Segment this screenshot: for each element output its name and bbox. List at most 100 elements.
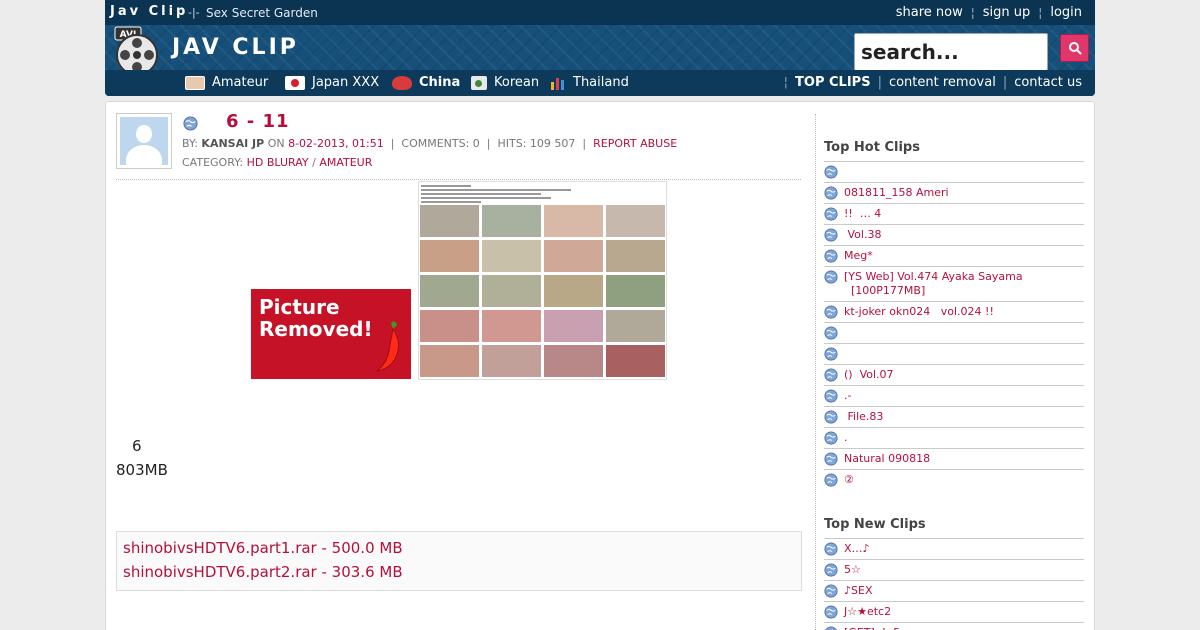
nav-item-china[interactable]: China (392, 75, 460, 90)
clip-link[interactable]: 081811_158 Ameri (844, 186, 949, 199)
new-clip-item[interactable]: [GET] ! 5 (824, 622, 1084, 630)
clip-link[interactable]: .- (844, 389, 851, 402)
clip-link[interactable]: () Vol.07 (844, 368, 894, 381)
hot-clip-item[interactable]: () Vol.07 (824, 364, 1084, 385)
search-icon (1068, 42, 1082, 55)
top-hot-clips-title: Top Hot Clips (824, 140, 920, 155)
hot-clip-item[interactable]: Meg* (824, 245, 1084, 266)
hot-clip-item[interactable]: Vol.38 (824, 224, 1084, 245)
globe-icon (824, 389, 838, 403)
clip-link[interactable]: X…♪ (844, 542, 870, 555)
globe-icon (824, 270, 838, 284)
site-header: Jav Clip -|- Sex Secret Garden share now… (105, 0, 1095, 96)
content-removal-link[interactable]: content removal (889, 75, 996, 90)
nav-item-korean[interactable]: Korean (471, 75, 539, 90)
clip-link[interactable]: ② (844, 473, 854, 486)
china-icon (392, 75, 412, 90)
search-input[interactable] (854, 33, 1048, 71)
login-link[interactable]: login (1050, 5, 1082, 20)
top-new-clips-list: X…♪ 5☆ ♪SEX J☆★etc2 [GET] ! 5 (824, 538, 1084, 630)
removed-text-2: Removed! (259, 317, 373, 341)
sign-up-link[interactable]: sign up (983, 5, 1031, 20)
picture-removed-image: Picture Removed! (251, 289, 411, 379)
divider: ¦ (783, 75, 789, 90)
chart-icon (551, 77, 564, 90)
clip-link[interactable]: ♪SEX (844, 584, 873, 597)
clip-link[interactable]: [YS Web] Vol.474 Ayaka Sayama [100P177MB… (844, 270, 1023, 297)
removed-text-1: Picture (259, 295, 340, 319)
site-brand[interactable]: Jav Clip (110, 4, 188, 19)
category-nav: Amateur Japan XXX China Korean Thailand (105, 70, 1095, 96)
new-clip-item[interactable]: X…♪ (824, 538, 1084, 559)
clip-link[interactable]: 5☆ (844, 563, 861, 576)
top-new-clips-title: Top New Clips (824, 517, 926, 532)
clip-link[interactable]: Vol.38 (844, 228, 882, 241)
nav-label: China (419, 75, 461, 90)
clip-link[interactable]: Meg* (844, 249, 873, 262)
globe-icon (824, 473, 838, 487)
clip-link[interactable]: kt-joker okn024 vol.024 !! (844, 305, 994, 318)
category-link-hd-bluray[interactable]: HD BLURAY (247, 156, 309, 169)
download-files-box: shinobivsHDTV6.part1.rar - 500.0 MB shin… (116, 531, 802, 591)
hot-clip-item[interactable]: Natural 090818 (824, 448, 1084, 469)
hot-clip-item[interactable]: ② (824, 469, 1084, 490)
globe-icon (824, 368, 838, 382)
hot-clip-item[interactable] (824, 322, 1084, 343)
on-label: ON (267, 137, 285, 150)
divider-line (116, 179, 801, 180)
hot-clip-item[interactable]: kt-joker okn024 vol.024 !! (824, 301, 1084, 322)
globe-icon (824, 305, 838, 319)
clip-link[interactable]: !! … 4 (844, 207, 881, 220)
nav-item-thailand[interactable]: Thailand (550, 75, 629, 90)
hits-count: HITS: 109 507 (497, 137, 576, 150)
divider: | (877, 75, 882, 90)
new-clip-item[interactable]: J☆★etc2 (824, 601, 1084, 622)
brand-separator: -|- (188, 6, 200, 19)
hot-clip-item[interactable]: .- (824, 385, 1084, 406)
comments-count: COMMENTS: 0 (401, 137, 480, 150)
korean-icon (471, 75, 487, 90)
globe-icon (824, 249, 838, 263)
divider: | (387, 137, 398, 150)
file-link-part1[interactable]: shinobivsHDTV6.part1.rar - 500.0 MB (123, 539, 403, 557)
share-now-link[interactable]: share now (896, 5, 963, 20)
hot-clip-item[interactable]: . (824, 427, 1084, 448)
globe-icon (183, 116, 198, 131)
site-tagline: Sex Secret Garden (206, 6, 318, 20)
hot-clip-item[interactable]: 081811_158 Ameri (824, 182, 1084, 203)
globe-icon (824, 165, 838, 179)
category-label: CATEGORY: (182, 156, 244, 169)
category-link-amateur[interactable]: AMATEUR (319, 156, 372, 169)
contact-us-link[interactable]: contact us (1014, 75, 1082, 90)
avatar[interactable] (116, 113, 172, 169)
hot-clip-item[interactable]: !! … 4 (824, 203, 1084, 224)
globe-icon (824, 228, 838, 242)
thumbnail-sheet-image[interactable] (418, 181, 667, 380)
divider: ¦ (1038, 5, 1043, 20)
globe-icon (824, 326, 838, 340)
clip-link[interactable]: [GET] ! 5 (844, 626, 900, 630)
top-clips-link[interactable]: TOP CLIPS (795, 75, 871, 90)
hot-clip-item[interactable] (824, 343, 1084, 364)
author-link[interactable]: KANSAI JP (201, 137, 264, 150)
clip-link[interactable]: . (844, 431, 848, 444)
clip-link[interactable]: Natural 090818 (844, 452, 930, 465)
file-link-part2[interactable]: shinobivsHDTV6.part2.rar - 303.6 MB (123, 563, 403, 581)
hot-clip-item[interactable]: [YS Web] Vol.474 Ayaka Sayama [100P177MB… (824, 266, 1084, 301)
nav-item-amateur[interactable]: Amateur (185, 75, 268, 90)
new-clip-item[interactable]: ♪SEX (824, 580, 1084, 601)
nav-item-japan-xxx[interactable]: Japan XXX (285, 75, 379, 90)
clip-link[interactable]: File.83 (844, 410, 884, 423)
search-button[interactable] (1060, 34, 1089, 62)
new-clip-item[interactable]: 5☆ (824, 559, 1084, 580)
globe-icon (824, 584, 838, 598)
logo-text[interactable]: JAV CLIP (172, 35, 299, 60)
nav-label: Amateur (212, 75, 269, 90)
hot-clip-item[interactable] (824, 161, 1084, 182)
post-date[interactable]: 8-02-2013, 01:51 (288, 137, 384, 150)
hot-clip-item[interactable]: File.83 (824, 406, 1084, 427)
chili-pepper-icon (375, 321, 399, 372)
report-abuse-link[interactable]: REPORT ABUSE (593, 137, 677, 150)
nav-label: Korean (494, 75, 540, 90)
clip-link[interactable]: J☆★etc2 (844, 605, 891, 618)
